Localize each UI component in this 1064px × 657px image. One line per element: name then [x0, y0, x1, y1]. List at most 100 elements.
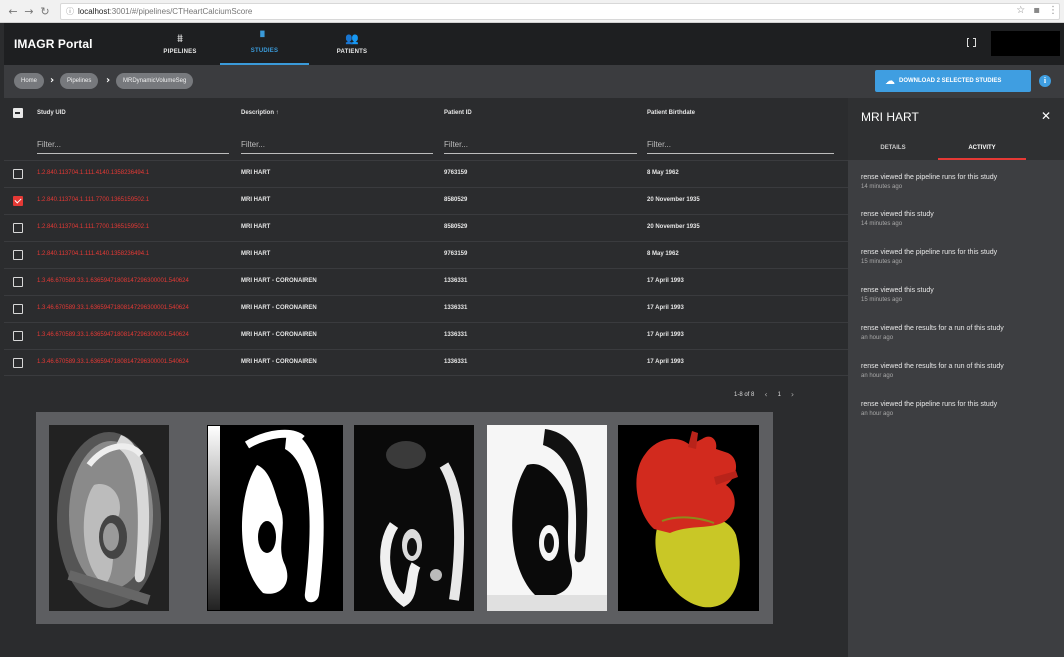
table-row[interactable]: 1.2.840.113704.1.111.7700.1365159502.1 M… [4, 187, 848, 214]
activity-text: rense viewed the pipeline runs for this … [861, 401, 998, 408]
activity-item: rense viewed the pipeline runs for this … [861, 174, 1056, 190]
cell-study-uid[interactable]: 1.3.46.670589.33.1.636594718081472963000… [37, 305, 189, 311]
activity-text: rense viewed the pipeline runs for this … [861, 249, 998, 256]
close-icon[interactable]: ✕ [1041, 109, 1051, 123]
cell-study-uid[interactable]: 1.2.840.113704.1.111.4140.1358236494.1 [37, 251, 149, 257]
filter-patient-id [444, 134, 637, 154]
patients-icon: 👥 [345, 32, 359, 45]
cell-description: MRI HART [241, 224, 271, 230]
row-checkbox[interactable] [13, 169, 23, 179]
filter-input[interactable] [444, 135, 637, 154]
table-row[interactable]: 1.3.46.670589.33.1.636594718081472963000… [4, 295, 848, 322]
studies-icon: ▘ [260, 31, 269, 44]
mask-image[interactable] [207, 425, 343, 611]
select-all-checkbox[interactable] [13, 108, 23, 118]
cell-study-uid[interactable]: 1.3.46.670589.33.1.636594718081472963000… [37, 332, 189, 338]
table-header: Study UID Description ↑ Patient ID Patie… [4, 98, 848, 128]
app-header: IMAGR Portal ⩩ PIPELINES ▘ STUDIES 👥 PAT… [4, 23, 1064, 65]
cell-study-uid[interactable]: 1.2.840.113704.1.111.7700.1365159502.1 [37, 224, 149, 230]
nav-tab-pipelines[interactable]: ⩩ PIPELINES [150, 23, 210, 65]
forward-arrow-icon[interactable]: → [22, 5, 36, 18]
back-arrow-icon[interactable]: ← [6, 5, 20, 18]
row-checkbox[interactable] [13, 331, 23, 341]
cell-study-uid[interactable]: 1.3.46.670589.33.1.636594718081472963000… [37, 278, 189, 284]
page-info-icon[interactable]: ⓘ [66, 6, 74, 17]
breadcrumb-home[interactable]: Home [14, 73, 45, 89]
cell-description: MRI HART - CORONAIREN [241, 305, 317, 311]
info-icon[interactable]: i [1039, 75, 1051, 87]
tab-activity[interactable]: ACTIVITY [938, 136, 1026, 160]
activity-time: 14 minutes ago [861, 184, 903, 190]
activity-text: rense viewed this study [861, 211, 934, 218]
row-checkbox[interactable] [13, 277, 23, 287]
column-header-study-uid[interactable]: Study UID [37, 110, 66, 116]
inverted-mask-image[interactable] [487, 425, 607, 611]
cell-birthdate: 17 April 1993 [647, 305, 684, 311]
filter-birthdate [647, 134, 834, 154]
activity-item: rense viewed this study 15 minutes ago [861, 287, 1056, 303]
row-checkbox[interactable] [13, 358, 23, 368]
browser-menu-icon[interactable]: ⋮ [1048, 5, 1058, 16]
segmentation-image[interactable] [354, 425, 474, 611]
table-row[interactable]: 1.2.840.113704.1.111.4140.1358236494.1 M… [4, 160, 848, 187]
table-row[interactable]: 1.3.46.670589.33.1.636594718081472963000… [4, 349, 848, 376]
activity-time: 15 minutes ago [861, 259, 903, 265]
url-path: :3001/#/pipelines/CTHeartCalciumScore [109, 6, 253, 16]
chevron-left-icon[interactable]: ‹ [764, 390, 767, 399]
table-row[interactable]: 1.2.840.113704.1.111.7700.1365159502.1 M… [4, 214, 848, 241]
url-host: localhost [78, 6, 110, 16]
study-detail-panel: MRI HART ✕ DETAILS ACTIVITY rense viewed… [848, 98, 1064, 657]
address-bar[interactable]: ⓘ localhost:3001/#/pipelines/CTHeartCalc… [60, 2, 1060, 20]
tab-details[interactable]: DETAILS [848, 136, 938, 160]
cell-study-uid[interactable]: 1.3.46.670589.33.1.636594718081472963000… [37, 359, 189, 365]
cell-description: MRI HART - CORONAIREN [241, 278, 317, 284]
filter-input[interactable] [241, 135, 433, 154]
filter-input[interactable] [37, 135, 229, 154]
nav-tab-studies[interactable]: ▘ STUDIES [220, 23, 309, 65]
activity-text: rense viewed this study [861, 287, 934, 294]
activity-item: rense viewed the pipeline runs for this … [861, 401, 1056, 417]
activity-item: rense viewed the pipeline runs for this … [861, 249, 1056, 265]
panel-title: MRI HART [861, 110, 919, 124]
cell-patient-id: 1336331 [444, 278, 468, 284]
reload-icon[interactable]: ↻ [38, 5, 52, 18]
pagination-range: 1-8 of 8 [734, 391, 755, 398]
browser-toolbar: ← → ↻ ⓘ localhost:3001/#/pipelines/CTHea… [0, 0, 1064, 23]
row-checkbox[interactable] [13, 223, 23, 233]
activity-text: rense viewed the results for a run of th… [861, 325, 1004, 332]
chevron-right-icon: › [50, 75, 55, 86]
column-header-patient-id[interactable]: Patient ID [444, 110, 472, 116]
extension-icon[interactable]: ▪ [1033, 5, 1040, 16]
breadcrumb-pipelines[interactable]: Pipelines [60, 73, 99, 89]
download-selected-button[interactable]: ☁ DOWNLOAD 2 SELECTED STUDIES [875, 70, 1031, 92]
row-checkbox[interactable] [13, 196, 23, 206]
nav-tab-label: STUDIES [250, 48, 279, 54]
table-row[interactable]: 1.2.840.113704.1.111.4140.1358236494.1 M… [4, 241, 848, 268]
breadcrumb-current[interactable]: MRDynamicVolumeSeg [116, 73, 194, 89]
cell-patient-id: 9763159 [444, 170, 468, 176]
bookmark-star-icon[interactable]: ☆ [1016, 5, 1025, 16]
activity-item: rense viewed this study 14 minutes ago [861, 211, 1056, 227]
filter-input[interactable] [647, 135, 834, 154]
chevron-right-icon[interactable]: › [791, 390, 794, 399]
mri-image[interactable] [49, 425, 169, 611]
table-row[interactable]: 1.3.46.670589.33.1.636594718081472963000… [4, 268, 848, 295]
cell-study-uid[interactable]: 1.2.840.113704.1.111.4140.1358236494.1 [37, 170, 149, 176]
cell-study-uid[interactable]: 1.2.840.113704.1.111.7700.1365159502.1 [37, 197, 149, 203]
column-header-birthdate[interactable]: Patient Birthdate [647, 110, 695, 116]
user-menu[interactable] [991, 31, 1060, 56]
row-checkbox[interactable] [13, 304, 23, 314]
fullscreen-icon[interactable] [967, 37, 976, 47]
cell-description: MRI HART - CORONAIREN [241, 359, 317, 365]
row-checkbox[interactable] [13, 250, 23, 260]
activity-item: rense viewed the results for a run of th… [861, 363, 1056, 379]
pagination-page[interactable]: 1 [778, 392, 781, 398]
heart-3d-render[interactable] [618, 425, 759, 611]
table-row[interactable]: 1.3.46.670589.33.1.636594718081472963000… [4, 322, 848, 349]
activity-time: an hour ago [861, 411, 894, 417]
cell-description: MRI HART [241, 170, 271, 176]
cell-patient-id: 1336331 [444, 332, 468, 338]
column-header-description[interactable]: Description ↑ [241, 110, 279, 116]
activity-text: rense viewed the pipeline runs for this … [861, 174, 998, 181]
nav-tab-patients[interactable]: 👥 PATIENTS [322, 23, 382, 65]
